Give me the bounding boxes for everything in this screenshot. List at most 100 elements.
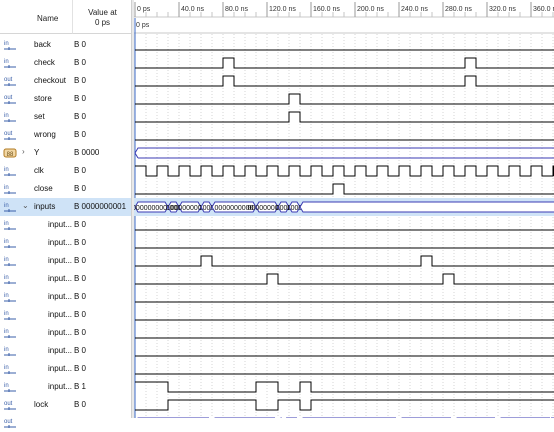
signal-waveform[interactable] xyxy=(135,111,554,123)
signal-name: input... xyxy=(48,346,73,355)
in-icon: in xyxy=(3,363,17,375)
svg-text:out: out xyxy=(4,401,13,407)
in-icon: in xyxy=(3,201,17,213)
signal-name: back xyxy=(34,40,51,49)
signal-waveform[interactable] xyxy=(135,183,554,195)
signal-name: set xyxy=(34,112,45,121)
signal-row[interactable]: out store B 0 xyxy=(0,90,131,108)
tick-label: 320.0 ns xyxy=(489,6,516,13)
signal-value: B 0 xyxy=(74,130,87,139)
signal-row[interactable]: in input... B 0 xyxy=(0,252,131,270)
signal-row[interactable]: in back B 0 xyxy=(0,36,131,54)
signal-name: input... xyxy=(48,310,73,319)
signal-name: lock xyxy=(34,400,49,409)
signal-row[interactable]: in ⌄ inputs B 0000000001 xyxy=(0,198,131,216)
signal-name: store xyxy=(34,94,52,103)
in-icon: in xyxy=(3,183,17,195)
tick-label: 240.0 ns xyxy=(401,6,428,13)
signal-value: B 0 xyxy=(74,94,87,103)
signal-row[interactable]: in input... B 0 xyxy=(0,324,131,342)
signal-row[interactable]: in input... B 0 xyxy=(0,288,131,306)
time-ruler[interactable]: 0 ps 40.0 ns 80.0 ns 120.0 ns 160.0 ns 200.0 … xyxy=(134,0,554,34)
value-header-label: Value at 0 ps xyxy=(88,8,117,27)
out-icon: out xyxy=(3,399,17,411)
signal-value: B 0 xyxy=(74,220,87,229)
signal-row[interactable]: in input... B 0 xyxy=(0,360,131,378)
tick-label: 120.0 ns xyxy=(269,6,296,13)
tick-label: 40.0 ns xyxy=(181,6,204,13)
signal-name: Y xyxy=(34,148,40,157)
in-icon: in xyxy=(3,57,17,69)
in-icon: in xyxy=(3,273,17,285)
signal-name: input... xyxy=(48,382,73,391)
svg-text:in: in xyxy=(4,113,9,119)
signal-value: B 0 xyxy=(74,364,87,373)
signal-row[interactable]: out lock B 0 xyxy=(0,396,131,414)
svg-text:in: in xyxy=(4,311,9,317)
signal-list-panel: Name Value at 0 ps in back B 0 in check B 0 ou… xyxy=(0,0,132,428)
out-icon: out xyxy=(3,93,17,105)
signal-name: wrong xyxy=(34,130,56,139)
signal-waveform[interactable] xyxy=(135,93,554,105)
in-icon: in xyxy=(3,219,17,231)
signal-value: B 0 xyxy=(74,58,87,67)
signal-name: check xyxy=(34,58,55,67)
in-icon: in xyxy=(3,165,17,177)
value-column-header[interactable]: Value at 0 ps xyxy=(72,0,132,34)
svg-text:in: in xyxy=(4,41,9,47)
signal-waveform[interactable]: 0000000001000000000000001000 000000000000… xyxy=(134,198,554,216)
signal-waveform[interactable] xyxy=(135,381,554,393)
signal-row[interactable]: in check B 0 xyxy=(0,54,131,72)
signal-value: B 0 xyxy=(74,166,87,175)
signal-waveform[interactable] xyxy=(135,165,554,177)
signal-name: input... xyxy=(48,364,73,373)
expand-toggle-icon[interactable]: › xyxy=(22,147,25,156)
signal-waveform[interactable] xyxy=(135,399,554,411)
signal-waveform[interactable] xyxy=(134,147,554,159)
signal-row[interactable]: in set B 0 xyxy=(0,108,131,126)
signal-row[interactable]: in input... B 0 xyxy=(0,342,131,360)
signal-row[interactable]: 88 › Y B 0000 xyxy=(0,144,131,162)
signal-waveform[interactable] xyxy=(135,57,554,69)
expand-toggle-icon[interactable]: ⌄ xyxy=(22,201,29,210)
signal-value: B 0 xyxy=(74,76,87,85)
signal-name: input... xyxy=(48,328,73,337)
signal-row[interactable]: in input... B 0 xyxy=(0,216,131,234)
signal-value: B 0000000001 xyxy=(74,202,127,211)
signal-name: input... xyxy=(48,292,73,301)
svg-text:in: in xyxy=(4,293,9,299)
svg-text:in: in xyxy=(4,221,9,227)
signal-value: B 0 xyxy=(74,292,87,301)
svg-text:in: in xyxy=(4,203,9,209)
name-header-label: Name xyxy=(37,14,59,23)
signal-value: B 0 xyxy=(74,274,87,283)
grid xyxy=(145,34,554,418)
signal-row[interactable]: in input... B 0 xyxy=(0,234,131,252)
svg-text:in: in xyxy=(4,383,9,389)
in-icon: in xyxy=(3,291,17,303)
signal-waveform[interactable] xyxy=(135,273,554,285)
signal-waveform[interactable] xyxy=(135,255,554,267)
signal-row[interactable]: in input... B 0 xyxy=(0,270,131,288)
signal-waveform[interactable] xyxy=(135,75,554,87)
svg-text:in: in xyxy=(4,167,9,173)
svg-text:in: in xyxy=(4,257,9,263)
signal-row[interactable]: out xyxy=(0,414,131,432)
signal-value: B 0 xyxy=(74,184,87,193)
signal-value: B 0 xyxy=(74,310,87,319)
waveform-viewer: Name Value at 0 ps in back B 0 in check B 0 ou… xyxy=(0,0,554,428)
signal-row[interactable]: out checkout B 0 xyxy=(0,72,131,90)
signal-name: input... xyxy=(48,256,73,265)
signal-value: B 0 xyxy=(74,112,87,121)
in-icon: in xyxy=(3,111,17,123)
bus-segment xyxy=(299,201,554,213)
svg-text:out: out xyxy=(4,419,13,425)
signal-row[interactable]: in input... B 0 xyxy=(0,306,131,324)
signal-row[interactable]: out wrong B 0 xyxy=(0,126,131,144)
signal-row[interactable]: in close B 0 xyxy=(0,180,131,198)
bus-icon: 88 xyxy=(3,147,17,159)
signal-value: B 1 xyxy=(74,382,87,391)
name-column-header[interactable]: Name xyxy=(0,0,72,34)
signal-row[interactable]: in clk B 0 xyxy=(0,162,131,180)
signal-row[interactable]: in input... B 1 xyxy=(0,378,131,396)
